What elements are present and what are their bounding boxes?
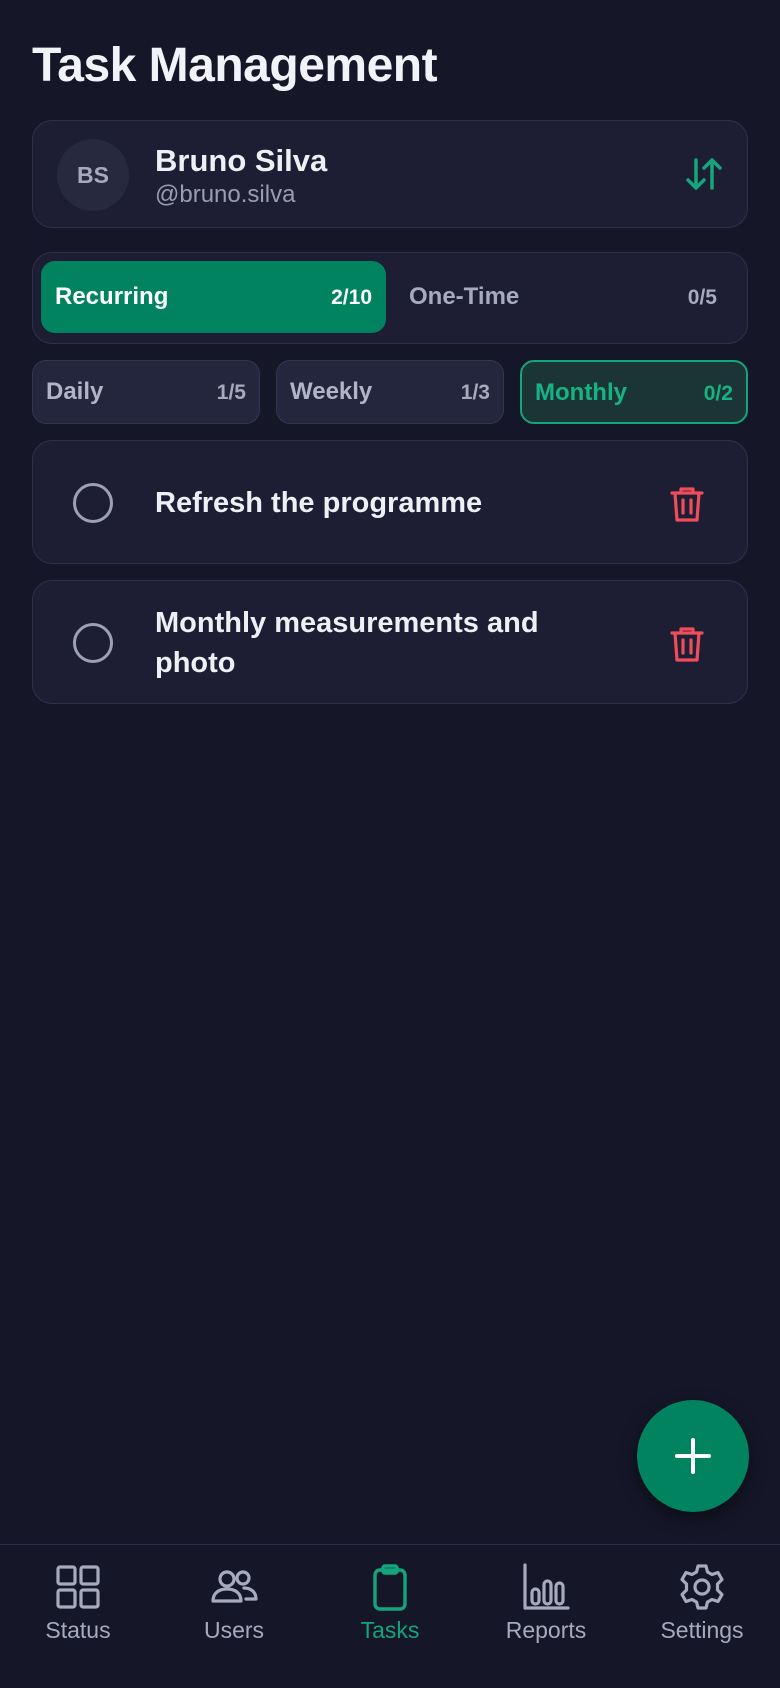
- nav-settings[interactable]: Settings: [624, 1545, 780, 1688]
- task-item: Refresh the programme: [32, 440, 748, 564]
- avatar: BS: [57, 139, 129, 211]
- tab-label: Recurring: [55, 283, 169, 310]
- nav-label: Users: [203, 1617, 265, 1643]
- nav-reports[interactable]: Reports: [468, 1545, 624, 1688]
- nav-status[interactable]: Status: [0, 1545, 156, 1688]
- add-task-button[interactable]: [637, 1400, 749, 1512]
- tab-monthly[interactable]: Monthly 0/2: [520, 360, 748, 424]
- task-type-tabs: Recurring 2/10 One-Time 0/5: [32, 252, 748, 344]
- plus-icon: [675, 1438, 711, 1474]
- tab-weekly[interactable]: Weekly 1/3: [276, 360, 504, 424]
- bottom-nav: Status Users Tasks Reports Settings: [0, 1544, 780, 1688]
- nav-label: Status: [45, 1617, 111, 1643]
- tab-one-time[interactable]: One-Time 0/5: [391, 261, 739, 333]
- tab-label: One-Time: [409, 283, 520, 310]
- tab-label: Weekly: [290, 378, 373, 405]
- nav-tasks[interactable]: Tasks: [312, 1545, 468, 1688]
- tab-label: Monthly: [535, 379, 627, 406]
- task-title: Refresh the programme: [155, 487, 483, 519]
- users-icon: [211, 1570, 258, 1603]
- grid-icon: [56, 1565, 100, 1609]
- tab-count: 0/2: [703, 382, 733, 405]
- tab-count: 0/5: [687, 286, 717, 309]
- delete-task-button[interactable]: [669, 485, 705, 523]
- gear-icon: [680, 1564, 724, 1610]
- delete-task-button[interactable]: [669, 625, 705, 663]
- page-title: Task Management: [32, 39, 438, 92]
- tab-count: 1/3: [460, 381, 490, 404]
- tab-daily[interactable]: Daily 1/5: [32, 360, 260, 424]
- nav-label: Reports: [505, 1617, 587, 1643]
- task-title: Monthly measurements and photo: [155, 607, 539, 679]
- task-item: Monthly measurements and photo: [32, 580, 748, 704]
- tab-recurring[interactable]: Recurring 2/10: [41, 261, 386, 333]
- swap-vertical-icon: [686, 158, 722, 190]
- task-checkbox[interactable]: [73, 483, 113, 523]
- tab-label: Daily: [46, 378, 104, 405]
- user-card[interactable]: BS Bruno Silva @bruno.silva: [32, 120, 748, 228]
- nav-users[interactable]: Users: [156, 1545, 312, 1688]
- user-name: Bruno Silva: [155, 143, 328, 178]
- task-checkbox[interactable]: [73, 623, 113, 663]
- user-handle: @bruno.silva: [155, 181, 296, 208]
- swap-user-button[interactable]: [681, 151, 727, 197]
- nav-label: Settings: [660, 1617, 744, 1643]
- tab-count: 2/10: [331, 286, 372, 309]
- nav-label: Tasks: [360, 1617, 420, 1643]
- trash-icon: [670, 627, 704, 662]
- trash-icon: [670, 487, 704, 522]
- clipboard-icon: [373, 1564, 407, 1611]
- tab-count: 1/5: [216, 381, 246, 404]
- bar-chart-icon: [523, 1563, 570, 1610]
